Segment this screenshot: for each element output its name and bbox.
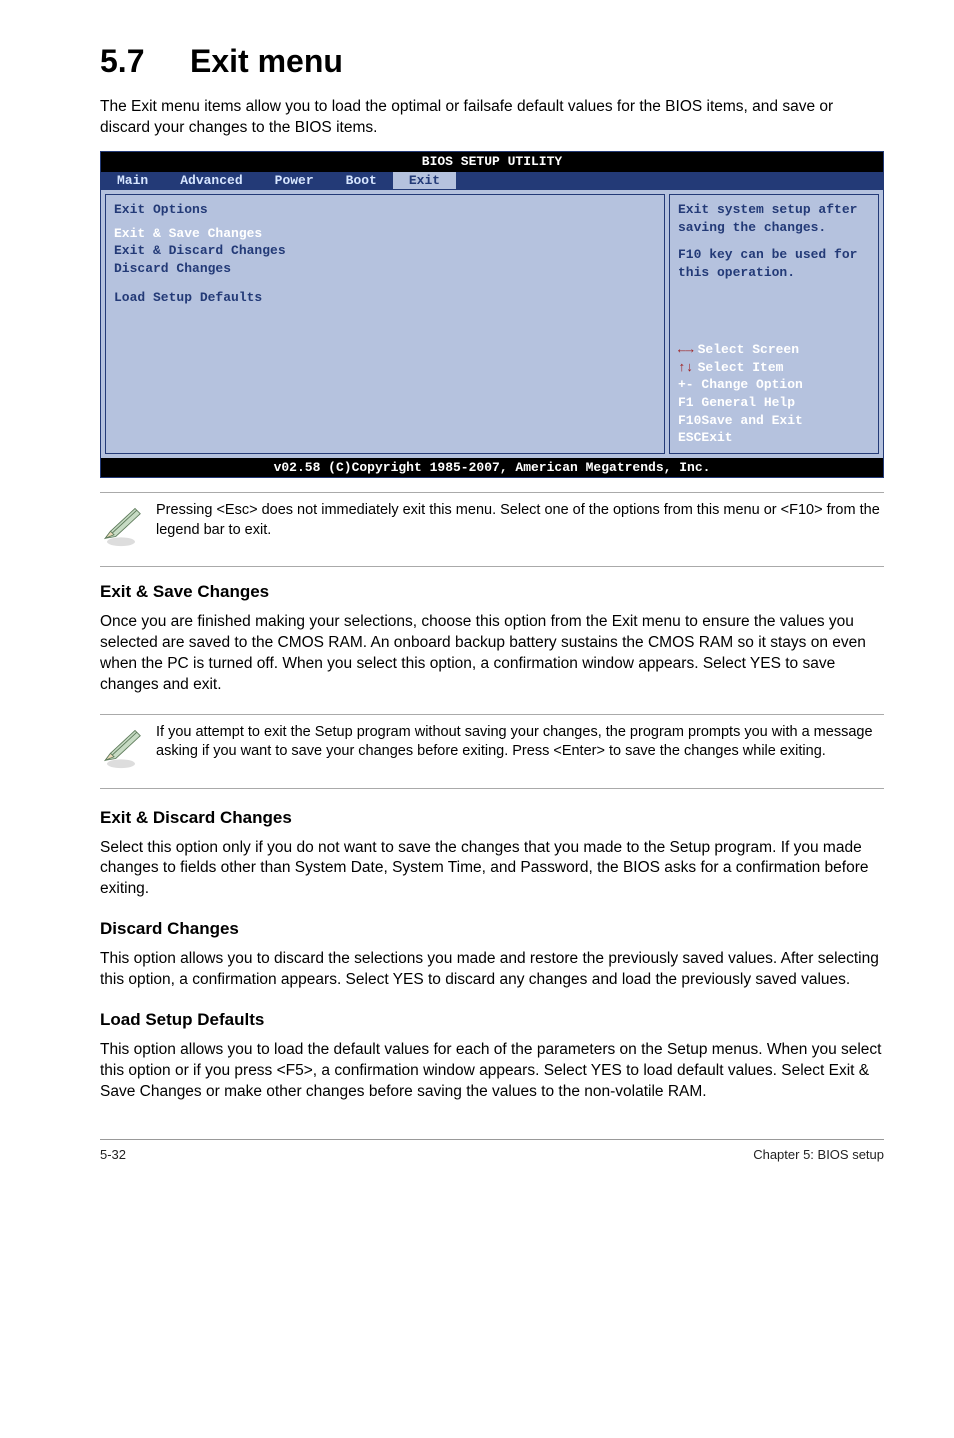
footer-chapter: Chapter 5: BIOS setup <box>753 1146 884 1164</box>
nav-select-item: Select Item <box>678 359 870 377</box>
bios-title-bar: BIOS SETUP UTILITY <box>101 152 883 172</box>
menu-exit-save: Exit & Save Changes <box>114 225 656 243</box>
bios-body: Exit Options Exit & Save Changes Exit & … <box>101 190 883 457</box>
section-3-body: This option allows you to discard the se… <box>100 949 884 991</box>
note-box-2: If you attempt to exit the Setup program… <box>100 714 884 789</box>
nav-save-exit: F10Save and Exit <box>678 412 870 430</box>
heading-number: 5.7 <box>100 40 190 83</box>
menu-discard: Discard Changes <box>114 260 656 278</box>
intro-paragraph: The Exit menu items allow you to load th… <box>100 97 884 139</box>
bios-screenshot: BIOS SETUP UTILITY Main Advanced Power B… <box>100 151 884 478</box>
pencil-icon <box>100 723 150 776</box>
help-text-2: F10 key can be used for this operation. <box>678 246 870 281</box>
page-heading: 5.7Exit menu <box>100 40 884 83</box>
bios-tab-bar: Main Advanced Power Boot Exit <box>101 172 883 191</box>
note-text-2: If you attempt to exit the Setup program… <box>150 723 884 762</box>
nav-change-option: +- Change Option <box>678 376 870 394</box>
tab-main: Main <box>101 172 164 190</box>
tab-advanced: Advanced <box>164 172 258 190</box>
help-text-1: Exit system setup after saving the chang… <box>678 201 870 236</box>
tab-exit: Exit <box>393 172 456 190</box>
section-3-title: Discard Changes <box>100 918 884 941</box>
tab-power: Power <box>259 172 330 190</box>
menu-exit-discard: Exit & Discard Changes <box>114 242 656 260</box>
heading-title: Exit menu <box>190 43 343 79</box>
section-2-body: Select this option only if you do not wa… <box>100 838 884 901</box>
section-4-body: This option allows you to load the defau… <box>100 1040 884 1103</box>
note-text-1: Pressing <Esc> does not immediately exit… <box>150 501 884 540</box>
section-2-title: Exit & Discard Changes <box>100 807 884 830</box>
section-4-title: Load Setup Defaults <box>100 1009 884 1032</box>
nav-general-help: F1 General Help <box>678 394 870 412</box>
bios-left-pane: Exit Options Exit & Save Changes Exit & … <box>105 194 665 453</box>
menu-load-defaults: Load Setup Defaults <box>114 289 656 307</box>
section-1-title: Exit & Save Changes <box>100 581 884 604</box>
note-box-1: Pressing <Esc> does not immediately exit… <box>100 492 884 567</box>
section-1-body: Once you are finished making your select… <box>100 612 884 696</box>
pencil-icon <box>100 501 150 554</box>
exit-options-header: Exit Options <box>114 201 656 219</box>
footer-page-number: 5-32 <box>100 1146 126 1164</box>
page-footer: 5-32 Chapter 5: BIOS setup <box>100 1139 884 1164</box>
tab-boot: Boot <box>330 172 393 190</box>
nav-esc-exit: ESCExit <box>678 429 870 447</box>
bios-footer-bar: v02.58 (C)Copyright 1985-2007, American … <box>101 458 883 478</box>
bios-right-pane: Exit system setup after saving the chang… <box>669 194 879 453</box>
nav-select-screen: Select Screen <box>678 341 870 359</box>
